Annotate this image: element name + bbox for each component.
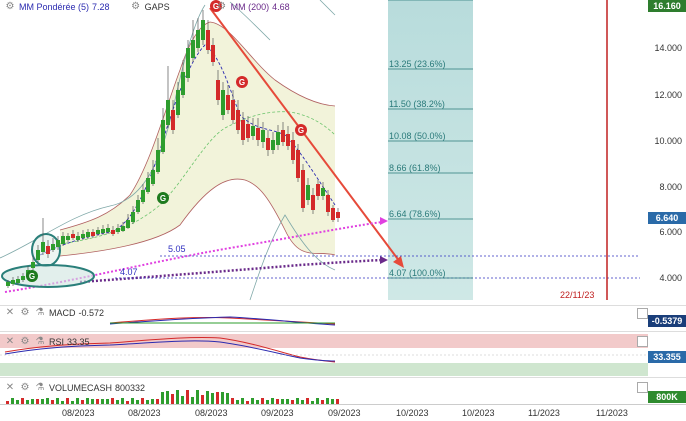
volume-bar: [206, 391, 209, 404]
fib-zone: [388, 0, 473, 300]
volume-bar: [176, 390, 179, 404]
volume-value: 800332: [115, 383, 146, 393]
macd-name: MACD: [49, 308, 76, 318]
close-icon[interactable]: ✕: [4, 336, 16, 348]
volume-panel: ✕ ⚙ ⚗ VOLUMECASH 800332 800K: [0, 377, 686, 405]
time-tick: 10/2023: [396, 408, 429, 418]
time-tick: 09/2023: [261, 408, 294, 418]
volume-bar: [201, 395, 204, 404]
gear-icon[interactable]: ⚙: [19, 307, 31, 319]
fib-level-label: 8.66 (61.8%): [389, 163, 441, 173]
close-icon[interactable]: ✕: [4, 382, 16, 394]
rsi-panel: ✕ ⚙ ⚗ RSI 33.35 33.355: [0, 331, 686, 376]
purple-arrowhead: [380, 256, 388, 264]
volume-name: VOLUMECASH: [49, 383, 113, 393]
price-tick: 4.000: [659, 273, 682, 283]
volume-bar: [181, 396, 184, 404]
volume-bar: [196, 390, 199, 404]
gear-icon[interactable]: ⚙: [130, 1, 142, 13]
volume-axis-badge: 800K: [648, 391, 686, 403]
legend-ma200-name: MM (200): [230, 2, 270, 12]
date-marker-label: 22/11/23: [560, 290, 594, 300]
volume-bar: [171, 394, 174, 404]
rsi-value: 33.35: [67, 337, 90, 347]
volume-checkbox[interactable]: [637, 382, 648, 393]
top-price-badge: 16.160: [648, 0, 686, 12]
volume-bar: [226, 393, 229, 404]
fib-level-label: 4.07 (100.0%): [389, 268, 446, 278]
signal-marker-5[interactable]: G: [295, 124, 307, 136]
signal-marker-1[interactable]: G: [157, 192, 169, 204]
chart-window: 16.00 (0.0%)13.25 (23.6%)11.50 (38.2%)10…: [0, 0, 686, 421]
volume-bar: [186, 390, 189, 404]
legend-wma-name: MM Pondérée (5): [19, 2, 90, 12]
level-505-label: 5.05: [168, 244, 186, 254]
fib-level-label: 10.08 (50.0%): [389, 131, 446, 141]
rsi-checkbox[interactable]: [637, 336, 648, 347]
rsi-name: RSI: [49, 337, 65, 347]
signal-letter: G: [29, 272, 35, 281]
macd-value: -0.572: [78, 308, 105, 318]
gear-icon[interactable]: ⚙: [216, 1, 228, 13]
volume-bar: [221, 392, 224, 404]
main-legend: ⚙ MM Pondérée (5) 7.28 ⚙ GAPS ⚙ MM (200)…: [0, 0, 290, 14]
signal-letter: G: [239, 78, 245, 87]
fib-level-label: 6.64 (78.6%): [389, 209, 441, 219]
last-price-badge: 6.640: [648, 212, 686, 224]
fib-level-label: 11.50 (38.2%): [389, 99, 445, 109]
rsi-chart: [0, 336, 648, 363]
macd-panel: ✕ ⚙ ⚗ MACD -0.572 -0.5379: [0, 305, 686, 329]
signal-marker-4[interactable]: G: [236, 76, 248, 88]
time-tick: 11/2023: [596, 408, 628, 418]
price-chart[interactable]: 16.00 (0.0%)13.25 (23.6%)11.50 (38.2%)10…: [0, 0, 686, 305]
zone-ellipse-large[interactable]: [1, 264, 95, 288]
macd-checkbox[interactable]: [637, 308, 648, 319]
legend-ma200-value: 4.68: [272, 2, 290, 12]
volume-bar: [161, 392, 164, 404]
flask-icon[interactable]: ⚗: [34, 336, 46, 348]
time-tick: 08/2023: [128, 408, 161, 418]
time-tick: 09/2023: [328, 408, 361, 418]
close-icon[interactable]: ✕: [4, 307, 16, 319]
price-tick: 14.000: [654, 43, 682, 53]
signal-marker-2[interactable]: G: [26, 270, 38, 282]
flask-icon[interactable]: ⚗: [34, 382, 46, 394]
time-tick: 08/2023: [195, 408, 228, 418]
signal-letter: G: [298, 126, 304, 135]
signal-letter: G: [160, 194, 166, 203]
volume-bar: [166, 391, 169, 404]
volume-bar: [216, 392, 219, 404]
price-axis: 14.000 12.000 10.000 8.000 6.000 4.000: [654, 43, 682, 283]
price-tick: 8.000: [659, 182, 682, 192]
gear-icon[interactable]: ⚙: [19, 382, 31, 394]
time-tick: 08/2023: [62, 408, 95, 418]
price-tick: 6.000: [659, 227, 682, 237]
macd-axis-badge: -0.5379: [648, 315, 686, 327]
legend-gaps-name: GAPS: [144, 2, 170, 12]
bollinger-band: [60, 22, 335, 256]
time-tick: 11/2023: [528, 408, 560, 418]
legend-wma-value: 7.28: [92, 2, 110, 12]
price-tick: 12.000: [654, 90, 682, 100]
level-407-label: 4.07: [120, 267, 138, 277]
rsi-axis-badge: 33.355: [648, 351, 686, 363]
gear-icon[interactable]: ⚙: [19, 336, 31, 348]
fib-level-label: 13.25 (23.6%): [389, 59, 446, 69]
volume-bar: [191, 397, 194, 404]
gear-icon[interactable]: ⚙: [4, 1, 16, 13]
price-tick: 10.000: [654, 136, 682, 146]
time-axis: 08/2023 08/2023 08/2023 09/2023 09/2023 10/20…: [0, 404, 686, 421]
magenta-arrowhead: [380, 217, 388, 225]
volume-bar: [211, 393, 214, 404]
time-tick: 10/2023: [462, 408, 495, 418]
flask-icon[interactable]: ⚗: [34, 307, 46, 319]
